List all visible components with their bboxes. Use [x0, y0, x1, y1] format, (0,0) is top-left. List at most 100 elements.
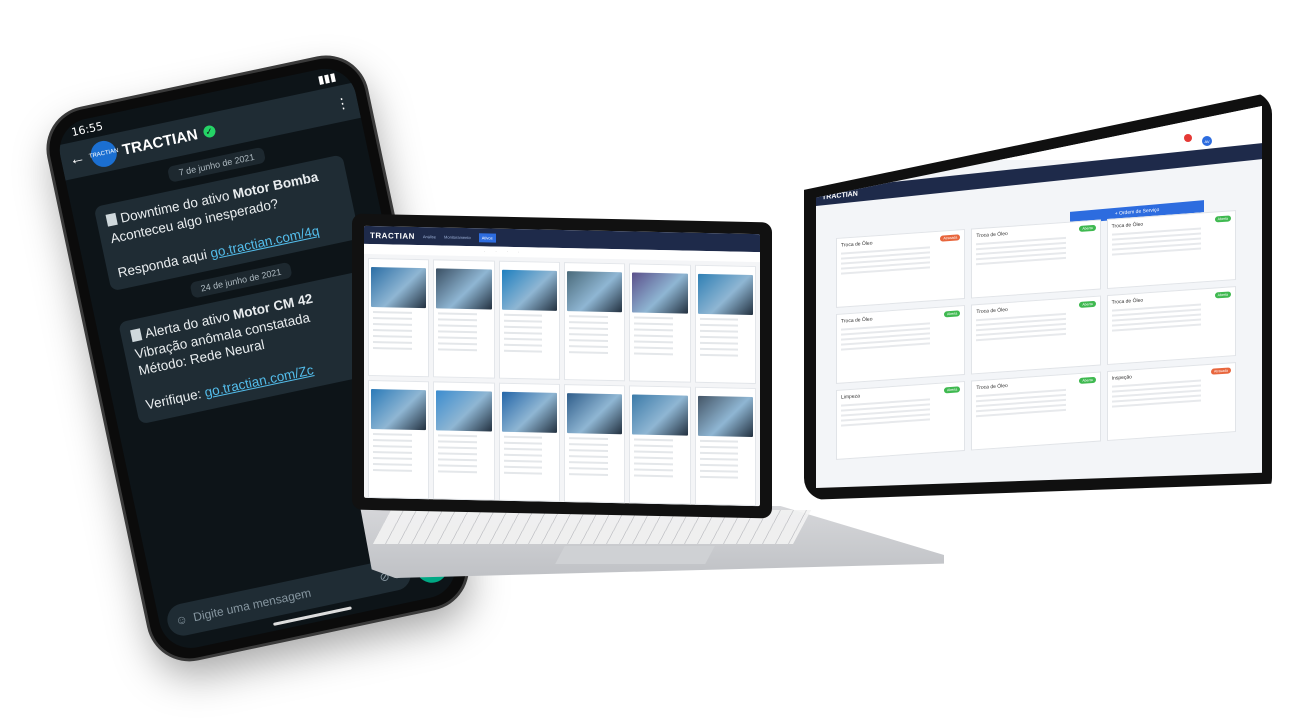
contact-name[interactable]: TRACTIAN	[121, 126, 200, 159]
work-order-card[interactable]: Aberta Troca de Óleo	[971, 295, 1101, 375]
work-order-card[interactable]: Atrasada Troca de Óleo	[836, 228, 966, 308]
asset-detail-line	[699, 439, 739, 443]
asset-detail-line	[373, 317, 412, 320]
work-order-card[interactable]: Aberta Troca de Óleo	[1106, 286, 1236, 366]
asset-detail-line	[568, 345, 608, 348]
work-order-title: Limpeza	[841, 393, 860, 401]
asset-card[interactable]	[629, 263, 691, 383]
asset-photo	[371, 266, 427, 309]
contact-avatar[interactable]: TRACTIAN	[88, 138, 120, 170]
asset-detail-line	[373, 323, 412, 326]
work-order-title: Troca de Óleo	[976, 306, 1008, 316]
message-link[interactable]: go.tractian.com/4q	[209, 223, 321, 261]
asset-card[interactable]	[694, 264, 756, 385]
asset-detail-line	[503, 325, 543, 329]
nav-item[interactable]: Monitoramento	[444, 234, 471, 240]
tab[interactable]: ·	[507, 249, 508, 255]
asset-photo	[566, 271, 623, 313]
asset-detail-line	[699, 469, 739, 473]
asset-card[interactable]	[498, 260, 560, 380]
asset-card[interactable]	[563, 384, 626, 504]
asset-detail-line	[438, 348, 478, 352]
status-badge: Atrasada	[940, 234, 961, 242]
asset-card[interactable]	[694, 386, 756, 507]
emoji-icon[interactable]: ☺	[174, 612, 189, 628]
tab[interactable]: ·	[518, 249, 519, 255]
message-bubble: Downtime do ativo Motor Bomba Aconteceu …	[93, 154, 361, 292]
asset-card[interactable]	[433, 381, 495, 501]
asset-detail-line	[503, 435, 543, 439]
nav-item[interactable]: Análise	[423, 234, 436, 239]
work-order-card[interactable]: Aberta Troca de Óleo	[971, 371, 1101, 451]
verified-icon: ✓	[202, 124, 217, 139]
message-link[interactable]: go.tractian.com/Zc	[203, 363, 315, 401]
asset-detail-line	[373, 433, 412, 436]
status-badge: Aberta	[1214, 291, 1231, 299]
user-avatar[interactable]: AV	[1202, 136, 1212, 146]
asset-detail-line	[699, 457, 739, 461]
asset-detail-line	[699, 445, 739, 449]
battery-icon: ▮▮▮	[316, 69, 338, 87]
asset-detail-line	[373, 329, 412, 332]
work-order-card[interactable]: Aberta Limpeza	[836, 380, 966, 460]
asset-detail-line	[438, 342, 478, 346]
brand-logo[interactable]: TRACTIAN	[370, 230, 415, 240]
asset-detail-line	[699, 323, 739, 327]
asset-detail-line	[438, 446, 478, 450]
asset-detail-line	[503, 447, 543, 451]
asset-photo	[501, 391, 557, 433]
notification-icon[interactable]	[1184, 134, 1192, 142]
asset-detail-line	[634, 340, 674, 344]
work-order-card[interactable]: Aberta Troca de Óleo	[836, 304, 966, 384]
asset-detail-line	[438, 336, 478, 340]
asset-card[interactable]	[433, 259, 495, 379]
asset-detail-line	[503, 459, 543, 463]
asset-detail-line	[699, 335, 739, 339]
tab[interactable]: ·	[495, 249, 496, 255]
asset-photo	[436, 268, 492, 310]
work-order-card[interactable]: Atrasada Inspeção	[1106, 362, 1236, 442]
asset-card[interactable]	[629, 385, 691, 505]
asset-detail-line	[568, 461, 608, 464]
laptop-device: TRACTIAN Análise Monitoramento Ativos · ·…	[352, 213, 772, 519]
work-order-card[interactable]: Aberta Troca de Óleo	[971, 219, 1101, 299]
asset-detail-line	[503, 471, 543, 475]
asset-detail-line	[373, 439, 412, 442]
asset-detail-line	[699, 463, 739, 467]
asset-photo	[697, 273, 753, 316]
asset-detail-line	[503, 337, 543, 341]
asset-photo	[501, 269, 557, 311]
asset-detail-line	[699, 341, 739, 345]
asset-detail-line	[634, 474, 674, 478]
asset-detail-line	[634, 450, 674, 454]
asset-card[interactable]	[563, 262, 626, 382]
asset-detail-line	[373, 457, 412, 460]
asset-photo	[632, 272, 688, 314]
asset-detail-line	[568, 455, 608, 458]
more-options-icon[interactable]: ⋮	[334, 93, 351, 113]
asset-detail-line	[438, 318, 478, 322]
asset-detail-line	[373, 347, 412, 350]
asset-detail-line	[634, 328, 674, 332]
asset-detail-line	[503, 319, 543, 323]
asset-detail-line	[438, 434, 478, 438]
asset-detail-line	[373, 311, 412, 314]
asset-card[interactable]	[368, 257, 430, 378]
asset-detail-line	[438, 324, 478, 328]
asset-card[interactable]	[498, 382, 560, 502]
message-bubble: Alerta do ativo Motor CM 42 Vibração anô…	[118, 270, 389, 425]
tab[interactable]: ·	[484, 248, 485, 254]
nav-item-active[interactable]: Ativos	[478, 232, 496, 243]
status-badge: Aberta	[1214, 215, 1231, 223]
asset-detail-line	[634, 346, 674, 350]
asset-detail-line	[503, 465, 543, 469]
asset-detail-line	[438, 452, 478, 456]
work-order-card[interactable]: Aberta Troca de Óleo	[1106, 210, 1236, 290]
back-arrow-icon[interactable]: ←	[68, 149, 87, 170]
asset-detail-line	[634, 462, 674, 466]
status-badge: Aberta	[1079, 376, 1096, 384]
asset-card[interactable]	[368, 379, 430, 500]
asset-detail-line	[699, 353, 739, 357]
work-order-title: Troca de Óleo	[1111, 221, 1144, 230]
asset-detail-line	[699, 347, 739, 351]
